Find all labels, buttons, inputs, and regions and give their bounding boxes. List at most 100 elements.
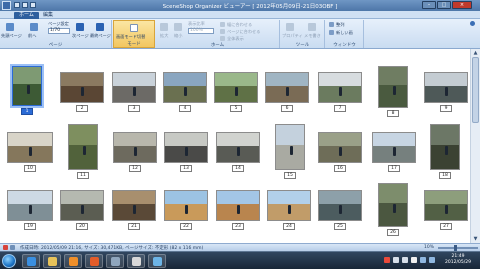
thumbnail-number: 19 bbox=[24, 223, 36, 230]
taskbar-file-explorer-button[interactable] bbox=[43, 254, 61, 268]
clock[interactable]: 21:49 2012/05/29 bbox=[440, 254, 476, 266]
fit-width-button[interactable]: 幅に合わせる bbox=[227, 22, 252, 28]
thumbnail-5[interactable] bbox=[214, 72, 258, 103]
thumbnail-17[interactable] bbox=[372, 132, 416, 163]
thumbnail-1[interactable] bbox=[12, 66, 42, 106]
close-button[interactable]: × bbox=[452, 1, 472, 9]
taskbar-scanner-app-button[interactable] bbox=[148, 254, 166, 268]
thumbnail-10[interactable] bbox=[7, 132, 53, 163]
tray-language-icon[interactable] bbox=[420, 257, 426, 263]
thumbnail-4[interactable] bbox=[163, 72, 207, 103]
scroll-up-icon[interactable]: ▲ bbox=[472, 50, 479, 56]
thumbnail-19[interactable] bbox=[7, 190, 53, 221]
arrange-button[interactable]: 整列 bbox=[336, 22, 344, 28]
tray-ime-icon[interactable] bbox=[429, 257, 435, 263]
quick-access-dropdown-icon[interactable] bbox=[30, 2, 36, 8]
taskbar-firefox-button[interactable] bbox=[85, 254, 103, 268]
last-page-button[interactable]: 最終ページ bbox=[90, 33, 111, 39]
quick-print-icon[interactable] bbox=[22, 2, 28, 8]
thumbnail-11[interactable] bbox=[68, 124, 98, 170]
thumbnail-sky bbox=[425, 191, 467, 205]
ribbon-group-label-tools: ツール bbox=[295, 43, 310, 48]
thumbnail-23[interactable] bbox=[216, 190, 260, 221]
new-window-icon[interactable] bbox=[329, 30, 334, 35]
thumbnail-sky bbox=[373, 133, 415, 147]
expand-button[interactable]: 拡大 bbox=[160, 33, 168, 39]
fit-width-icon[interactable] bbox=[220, 22, 225, 27]
zoom-out-icon[interactable] bbox=[174, 23, 182, 31]
arrange-icon[interactable] bbox=[329, 22, 334, 27]
thumbnail-9[interactable] bbox=[424, 72, 468, 103]
thumbnail-7[interactable] bbox=[318, 72, 362, 103]
taskbar-disk-tool-button[interactable] bbox=[106, 254, 124, 268]
scrollbar-thumb[interactable] bbox=[472, 57, 479, 123]
tray-network-icon[interactable] bbox=[393, 257, 399, 263]
fit-page-button[interactable]: ページに合わせる bbox=[227, 29, 260, 35]
scroll-down-icon[interactable]: ▼ bbox=[472, 236, 479, 242]
zoom-slider[interactable] bbox=[438, 247, 478, 249]
thumbnail-25[interactable] bbox=[318, 190, 362, 221]
thumbnail-number: 20 bbox=[76, 223, 88, 230]
thumbnail-16[interactable] bbox=[318, 132, 362, 163]
tray-flag-icon[interactable] bbox=[411, 257, 417, 263]
grid-view-icon[interactable] bbox=[130, 24, 138, 32]
new-window-button[interactable]: 新しい画 bbox=[336, 30, 353, 36]
thumbnail-sky bbox=[319, 73, 361, 87]
taskbar-document-viewer-button[interactable] bbox=[127, 254, 145, 268]
thumbnail-2[interactable] bbox=[60, 72, 104, 103]
thumbnail-6[interactable] bbox=[265, 72, 309, 103]
fit-page-icon[interactable] bbox=[220, 29, 225, 34]
thumbnail-13[interactable] bbox=[164, 132, 208, 163]
tray-alert-icon[interactable] bbox=[384, 257, 390, 263]
zoom-ratio-field[interactable]: 100% bbox=[188, 28, 214, 34]
next-page-button[interactable]: 次ページ bbox=[72, 33, 89, 39]
thumbnail-sky bbox=[113, 191, 155, 205]
thumbnail-number: 11 bbox=[77, 172, 89, 179]
taskbar-internet-explorer-button[interactable] bbox=[22, 254, 40, 268]
app-logo-icon[interactable] bbox=[2, 1, 11, 10]
tab-edit[interactable]: 編集 bbox=[38, 12, 58, 19]
maximize-button[interactable]: □ bbox=[437, 1, 451, 9]
properties-icon[interactable] bbox=[286, 23, 294, 31]
quick-save-icon[interactable] bbox=[14, 2, 20, 8]
thumbnail-18[interactable] bbox=[430, 124, 460, 170]
tab-home[interactable]: ホーム bbox=[14, 12, 39, 19]
last-page-icon[interactable] bbox=[96, 23, 104, 31]
memo-button[interactable]: メモ書き bbox=[304, 33, 321, 39]
thumbnail-number: 10 bbox=[24, 165, 36, 172]
thumbnail-20[interactable] bbox=[60, 190, 104, 221]
properties-button[interactable]: プロパティ bbox=[282, 33, 303, 39]
next-page-icon[interactable] bbox=[76, 23, 84, 31]
thumbnail-15[interactable] bbox=[275, 124, 305, 170]
taskbar-media-player-button[interactable] bbox=[64, 254, 82, 268]
tray-volume-icon[interactable] bbox=[402, 257, 408, 263]
thumbnail-24[interactable] bbox=[267, 190, 311, 221]
thumbnail-number: 21 bbox=[128, 223, 140, 230]
thumbnail-8[interactable] bbox=[378, 66, 408, 108]
file-explorer-icon bbox=[48, 257, 57, 266]
prev-page-icon[interactable] bbox=[30, 23, 38, 31]
thumbnail-22[interactable] bbox=[164, 190, 208, 221]
shrink-button[interactable]: 縮小 bbox=[174, 33, 182, 39]
page-number-field[interactable]: 1/70 bbox=[48, 28, 70, 34]
vertical-scrollbar[interactable]: ▲ ▼ bbox=[470, 49, 480, 243]
first-page-icon[interactable] bbox=[6, 23, 14, 31]
thumbnail-12[interactable] bbox=[113, 132, 157, 163]
title-bar: SceneShop Organizer ビューアー [ 2012年05月09日-… bbox=[0, 0, 480, 11]
thumbnail-14[interactable] bbox=[216, 132, 260, 163]
thumbnail-21[interactable] bbox=[112, 190, 156, 221]
display-all-icon[interactable] bbox=[220, 36, 225, 41]
minimize-button[interactable]: – bbox=[422, 1, 436, 9]
first-page-button[interactable]: 先頭ページ bbox=[1, 33, 22, 39]
view-mode-toggle-button[interactable]: 画面モード切替 bbox=[116, 34, 145, 40]
thumbnail-26[interactable] bbox=[378, 183, 408, 227]
help-icon[interactable] bbox=[470, 21, 475, 26]
thumbnail-27[interactable] bbox=[424, 190, 468, 221]
prev-page-button[interactable]: 前へ bbox=[28, 33, 36, 39]
zoom-in-icon[interactable] bbox=[160, 23, 168, 31]
memo-icon[interactable] bbox=[308, 23, 316, 31]
start-button[interactable] bbox=[2, 254, 16, 268]
thumbnail-3[interactable] bbox=[112, 72, 156, 103]
thumbnail-number: 27 bbox=[440, 223, 452, 230]
display-all-button[interactable]: 全体表示 bbox=[227, 36, 244, 42]
